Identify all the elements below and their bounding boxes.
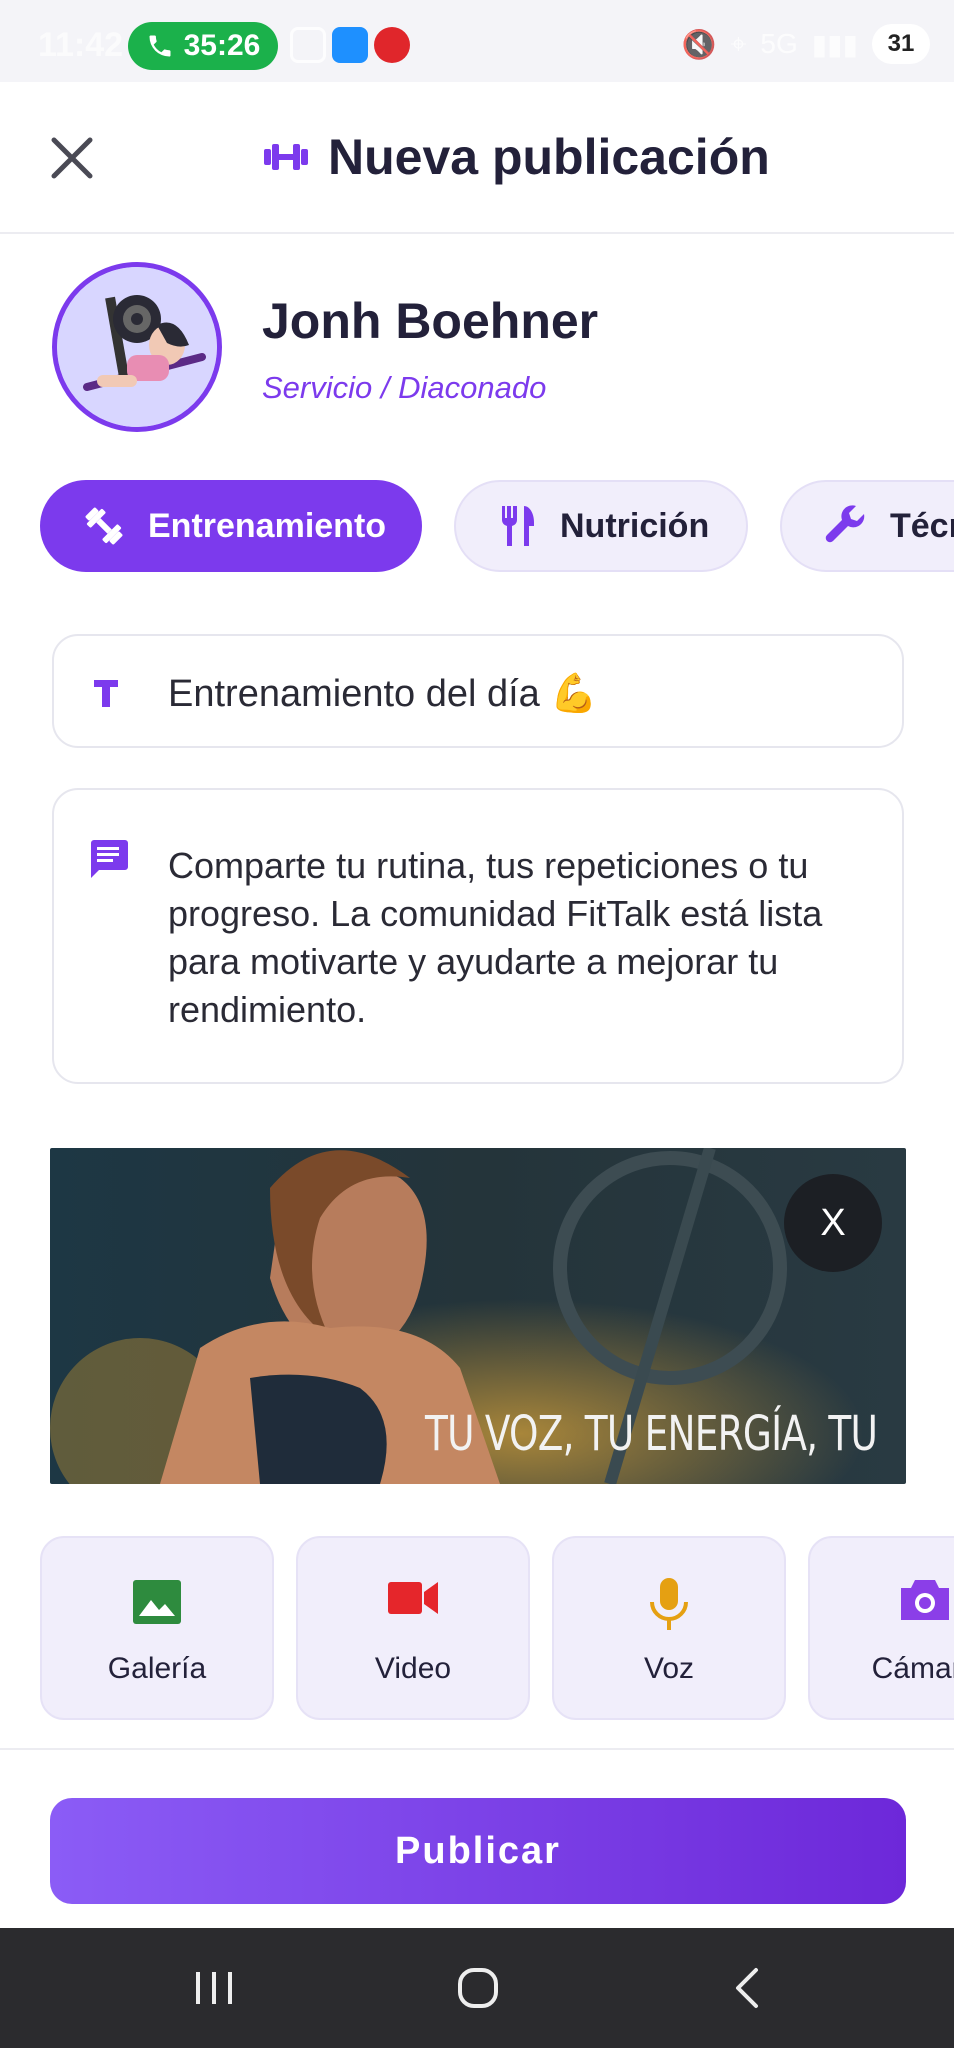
image-caption: TU VOZ, TU ENERGÍA, TU (425, 1406, 878, 1462)
network-label: 5G (760, 28, 798, 59)
media-button-voz[interactable]: Voz (552, 1536, 786, 1720)
text-format-icon (94, 680, 118, 707)
avatar-illustration (57, 267, 217, 427)
message-icon (91, 840, 128, 878)
category-chip-tecnica[interactable]: Técnica (780, 480, 954, 572)
dumbbell-icon (85, 507, 123, 545)
close-icon[interactable] (48, 134, 96, 182)
phone-icon (149, 35, 171, 57)
post-body-input[interactable]: Comparte tu rutina, tus repeticiones o t… (168, 842, 868, 1034)
publish-button[interactable]: Publicar (50, 1798, 906, 1904)
status-right: 🔇 ⌖ 5G ▮▮▮ 31 (682, 24, 930, 64)
media-label: Video (374, 1652, 452, 1685)
chip-label: Nutrición (560, 506, 710, 545)
video-camera-icon (388, 1582, 438, 1614)
post-title-field[interactable]: Entrenamiento del día 💪 (52, 634, 904, 748)
media-label: Cámara (871, 1652, 954, 1685)
remove-image-label: X (820, 1201, 846, 1244)
app-icon (332, 27, 368, 63)
camera-icon (901, 1580, 949, 1620)
author-name: Jonh Boehner (262, 293, 599, 349)
attached-image: TU VOZ, TU ENERGÍA, TU X (50, 1148, 906, 1484)
divider (0, 1748, 954, 1750)
media-label: Galería (107, 1652, 207, 1685)
chip-label: Entrenamiento (148, 506, 387, 545)
calendar-icon (290, 27, 326, 63)
media-button-galeria[interactable]: Galería (40, 1536, 274, 1720)
author-profile: Jonh Boehner Servicio / Diaconado (52, 262, 598, 432)
author-role: Servicio / Diaconado (262, 370, 547, 405)
chip-label: Técnica (890, 506, 954, 545)
post-title-input[interactable]: Entrenamiento del día 💪 (168, 672, 598, 716)
signal-icon: ▮▮▮ (811, 28, 858, 60)
status-bar: 11:42 35:26 🔇 ⌖ 5G ▮▮▮ 31 (0, 0, 954, 82)
beats-icon (374, 27, 410, 63)
image-icon (133, 1580, 181, 1624)
back-icon[interactable] (726, 1966, 770, 2010)
category-chip-entrenamiento[interactable]: Entrenamiento (40, 480, 422, 572)
post-body-field[interactable]: Comparte tu rutina, tus repeticiones o t… (52, 788, 904, 1084)
home-icon[interactable] (456, 1966, 500, 2010)
media-button-video[interactable]: Video (296, 1536, 530, 1720)
header-title-group: Nueva publicación (262, 128, 770, 186)
dumbbell-icon (264, 144, 308, 170)
recent-apps-icon[interactable] (192, 1966, 236, 2010)
call-indicator[interactable]: 35:26 (128, 22, 278, 70)
category-chips: Entrenamiento Nutrición Técnica (40, 480, 954, 574)
media-button-camara[interactable]: Cámara (808, 1536, 954, 1720)
app-header: Nueva publicación (0, 82, 954, 234)
battery-indicator: 31 (872, 24, 930, 64)
avatar[interactable] (52, 262, 222, 432)
category-chip-nutricion[interactable]: Nutrición (454, 480, 748, 572)
wrench-icon (825, 505, 865, 543)
fork-knife-icon (501, 506, 534, 546)
status-time: 11:42 (38, 26, 124, 64)
microphone-icon (650, 1578, 688, 1630)
remove-image-button[interactable]: X (784, 1174, 882, 1272)
location-icon: ⌖ (730, 27, 747, 59)
media-options: Galería Video Voz Cámara (40, 1536, 954, 1722)
media-label: Voz (643, 1652, 695, 1685)
page-title: Nueva publicación (328, 129, 770, 185)
mute-icon: 🔇 (681, 28, 717, 60)
call-timer: 35:26 (183, 29, 261, 62)
system-navigation-bar (0, 1928, 954, 2048)
